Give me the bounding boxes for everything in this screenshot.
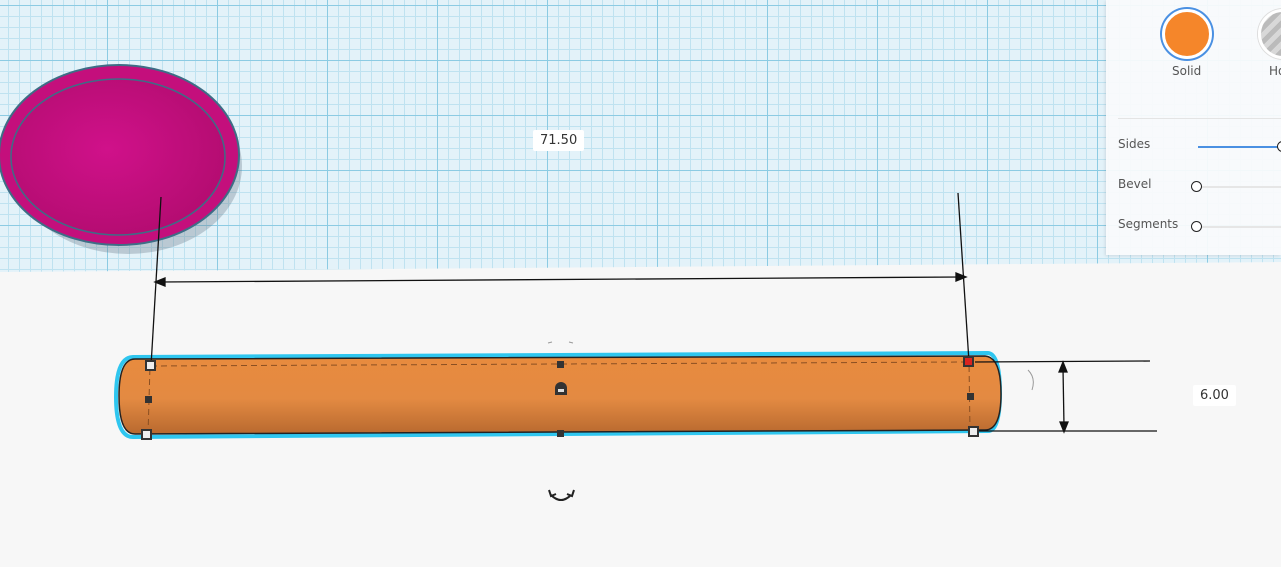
corner-handle-active [963,356,974,367]
lift-handle-icon[interactable] [555,382,567,395]
bevel-label: Bevel [1118,177,1152,191]
solid-label: Solid [1172,64,1202,78]
segments-slider-knob[interactable] [1191,221,1202,232]
length-dimension-label[interactable]: 71.50 [533,130,585,151]
height-dimension [974,360,1157,434]
height-dimension-label[interactable]: 6.00 [1193,385,1236,406]
length-dimension [150,192,970,367]
hole-label: Ho [1269,64,1281,78]
side-handle [557,430,564,437]
shape-properties-panel: Solid Ho Sides Bevel Segments [1106,0,1281,255]
side-handle [967,393,974,400]
side-handle [557,361,564,368]
corner-handle [141,429,152,440]
rotate-handle-icon[interactable] [548,489,575,501]
bevel-slider[interactable] [1198,186,1281,188]
side-handle [145,396,152,403]
panel-divider [1118,118,1281,119]
sides-label: Sides [1118,137,1151,151]
solid-swatch-button[interactable] [1162,9,1212,59]
segments-slider[interactable] [1198,226,1281,228]
bowl-shape[interactable] [0,64,242,254]
hole-swatch-button[interactable] [1258,9,1281,59]
corner-handle [145,360,156,371]
sides-slider-knob[interactable] [1277,141,1281,152]
sides-slider[interactable] [1198,146,1281,148]
corner-handle [968,426,979,437]
scene-canvas[interactable] [0,0,1281,567]
bevel-slider-knob[interactable] [1191,181,1202,192]
segments-label: Segments [1118,217,1179,231]
